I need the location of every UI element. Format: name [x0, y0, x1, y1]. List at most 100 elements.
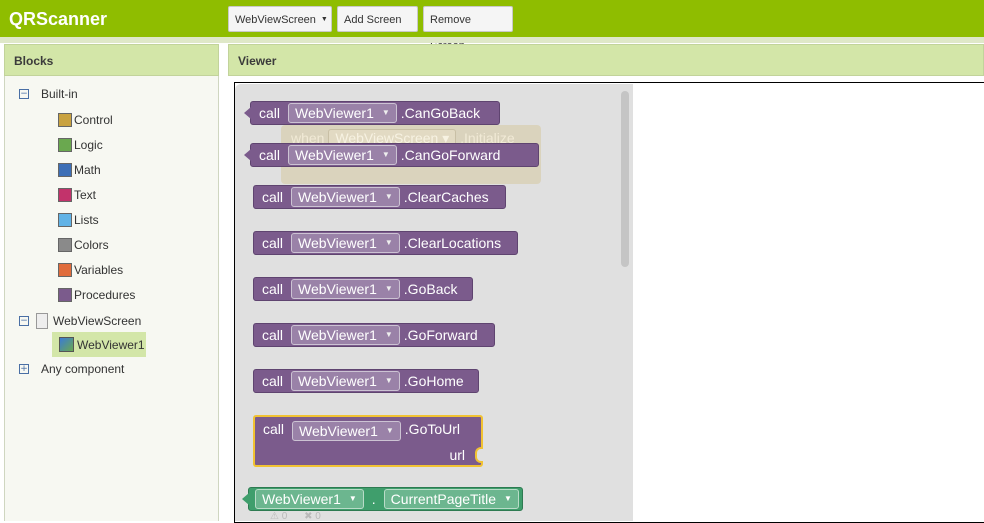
palette-item-variables[interactable]: Variables	[58, 263, 123, 277]
color-swatch-icon	[58, 213, 72, 227]
method-block-gohome[interactable]: call WebViewer1 ▼ .GoHome	[253, 369, 479, 393]
method-block-goforward[interactable]: call WebViewer1 ▼ .GoForward	[253, 323, 495, 347]
chevron-down-icon: ▼	[384, 192, 393, 201]
palette-item-label: Variables	[74, 263, 124, 277]
color-swatch-icon	[58, 113, 72, 127]
component-name: WebViewer1	[295, 105, 374, 121]
component-dropdown[interactable]: WebViewer1 ▼	[291, 187, 400, 207]
method-block-clearcaches[interactable]: call WebViewer1 ▼ .ClearCaches	[253, 185, 506, 209]
any-component-tree-node[interactable]: + Any component	[19, 362, 124, 376]
output-connector	[244, 107, 251, 119]
flyout-scrollbar[interactable]	[621, 91, 629, 267]
component-dropdown[interactable]: WebViewer1 ▼	[292, 421, 401, 441]
palette-item-label: Colors	[74, 238, 109, 252]
property-dropdown[interactable]: CurrentPageTitle ▼	[383, 489, 519, 509]
palette-item-colors[interactable]: Colors	[58, 238, 109, 252]
call-keyword: call	[262, 235, 284, 251]
screen-tree-node[interactable]: − WebViewScreen	[19, 313, 141, 329]
output-connector	[244, 149, 251, 161]
component-dropdown[interactable]: WebViewer1 ▼	[291, 279, 400, 299]
palette-item-logic[interactable]: Logic	[58, 138, 103, 152]
call-keyword: call	[259, 105, 281, 121]
screen-select-label: WebViewScreen	[235, 14, 316, 26]
component-name: WebViewer1	[298, 327, 377, 343]
palette-item-label: Math	[74, 163, 101, 177]
palette-item-label: Procedures	[74, 288, 136, 302]
webviewer-icon	[59, 337, 74, 352]
chevron-down-icon: ▼	[348, 494, 357, 503]
component-dropdown[interactable]: WebViewer1 ▼	[288, 103, 397, 123]
top-bar: QRScanner WebViewScreen▼ Add Screen ... …	[0, 0, 984, 52]
method-block-goback[interactable]: call WebViewer1 ▼ .GoBack	[253, 277, 473, 301]
method-name: .GoBack	[403, 281, 458, 297]
property-getter-block[interactable]: WebViewer1 ▼ . CurrentPageTitle ▼	[242, 487, 523, 511]
palette-item-label: Control	[74, 113, 113, 127]
error-icon: ✖	[304, 511, 313, 522]
param-label: url	[449, 447, 465, 463]
viewer-panel-title: Viewer	[228, 44, 984, 76]
method-name: .GoToUrl	[404, 421, 461, 437]
method-block-clearlocations[interactable]: call WebViewer1 ▼ .ClearLocations	[253, 231, 518, 255]
toolbar-divider	[0, 37, 984, 43]
method-name: .ClearCaches	[403, 189, 489, 205]
palette-item-label: Lists	[74, 213, 99, 227]
property-dot: .	[371, 491, 376, 507]
component-name: WebViewer1	[298, 235, 377, 251]
chevron-down-icon: ▼	[384, 330, 393, 339]
chevron-down-icon: ▼	[320, 16, 328, 24]
error-count: 0	[315, 511, 321, 522]
method-block-cangoforward[interactable]: call WebViewer1 ▼ .CanGoForward	[244, 143, 539, 167]
warning-icon: ⚠	[270, 511, 279, 522]
builtin-tree-node[interactable]: − Built-in	[19, 87, 78, 101]
component-name: WebViewer1	[262, 491, 341, 507]
screen-icon	[36, 313, 48, 329]
method-name: .GoHome	[403, 373, 464, 389]
palette-item-lists[interactable]: Lists	[58, 213, 99, 227]
chevron-down-icon: ▼	[503, 494, 512, 503]
input-socket[interactable]	[475, 447, 483, 463]
collapse-icon[interactable]: −	[19, 89, 29, 99]
output-connector	[242, 493, 249, 505]
color-swatch-icon	[58, 238, 72, 252]
collapse-icon[interactable]: −	[19, 316, 29, 326]
chevron-down-icon: ▼	[381, 150, 390, 159]
component-dropdown[interactable]: WebViewer1 ▼	[255, 489, 364, 509]
screen-select-dropdown[interactable]: WebViewScreen ▼	[228, 6, 332, 32]
blocks-panel-title: Blocks	[4, 44, 219, 76]
palette-item-text[interactable]: Text	[58, 188, 96, 202]
call-keyword: call	[263, 421, 285, 437]
palette-item-control[interactable]: Control	[58, 113, 113, 127]
palette-item-math[interactable]: Math	[58, 163, 101, 177]
color-swatch-icon	[58, 138, 72, 152]
builtin-label: Built-in	[41, 87, 78, 101]
component-name: WebViewer1	[298, 373, 377, 389]
chevron-down-icon: ▼	[381, 108, 390, 117]
component-dropdown[interactable]: WebViewer1 ▼	[291, 233, 400, 253]
component-dropdown[interactable]: WebViewer1 ▼	[288, 145, 397, 165]
component-tree-item-webviewer1[interactable]: WebViewer1	[52, 332, 146, 357]
warning-indicator[interactable]: ⚠ 0 ✖ 0	[270, 511, 321, 522]
component-dropdown[interactable]: WebViewer1 ▼	[291, 371, 400, 391]
method-name: .CanGoForward	[400, 147, 501, 163]
component-dropdown[interactable]: WebViewer1 ▼	[291, 325, 400, 345]
chevron-down-icon: ▼	[384, 238, 393, 247]
color-swatch-icon	[58, 188, 72, 202]
component-name: WebViewer1	[299, 423, 378, 439]
call-keyword: call	[262, 373, 284, 389]
remove-screen-button[interactable]: Remove Screen	[423, 6, 513, 52]
blocks-panel: − Built-in Control Logic Math Text Lists Colo…	[4, 76, 219, 521]
screen-label: WebViewScreen	[53, 314, 142, 328]
chevron-down-icon: ▼	[384, 284, 393, 293]
add-screen-button[interactable]: Add Screen ...	[337, 6, 418, 52]
palette-item-label: Logic	[74, 138, 103, 152]
method-block-gotourl[interactable]: call WebViewer1 ▼ .GoToUrl url	[253, 415, 483, 467]
expand-icon[interactable]: +	[19, 364, 29, 374]
method-block-cangoback[interactable]: call WebViewer1 ▼ .CanGoBack	[244, 101, 500, 125]
method-name: .ClearLocations	[403, 235, 502, 251]
palette-item-procedures[interactable]: Procedures	[58, 288, 135, 302]
call-keyword: call	[262, 281, 284, 297]
method-name: .GoForward	[403, 327, 478, 343]
component-name: WebViewer1	[295, 147, 374, 163]
call-keyword: call	[262, 327, 284, 343]
app-title: QRScanner	[9, 9, 108, 29]
